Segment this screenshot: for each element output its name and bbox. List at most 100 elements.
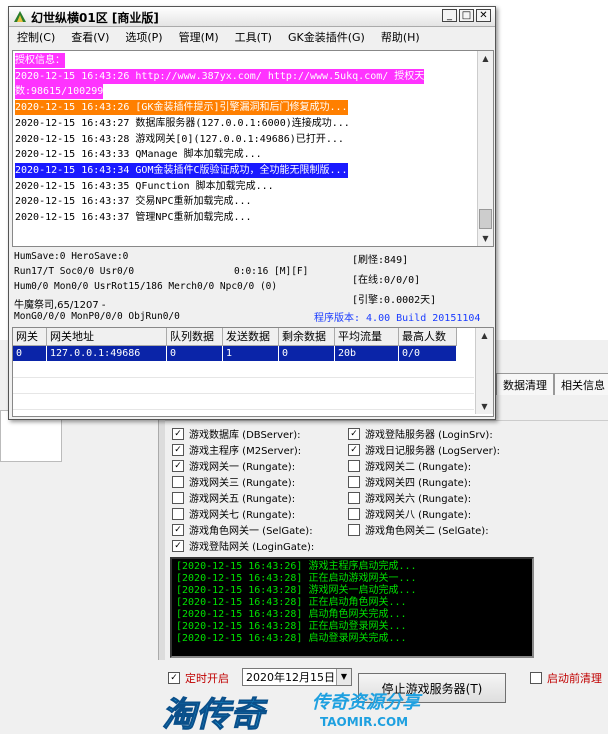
server-option: 游戏网关八 (Rungate): [348, 506, 471, 521]
server-option: ✓ 游戏登陆网关 (LoginGate): [172, 538, 314, 553]
server-option: 游戏网关三 (Rungate): [172, 474, 295, 489]
log-line: 2020-12-15 16:43:27 数据库服务器(127.0.0.1:600… [15, 117, 350, 129]
stat-engine: [引擎:0.0002天] [352, 295, 437, 306]
table-cell: 127.0.0.1:49686 [47, 346, 167, 361]
column-header[interactable]: 最高人数 [399, 328, 457, 345]
date-picker[interactable]: 2020年12月15日 ▼ [242, 668, 352, 686]
close-button[interactable]: ✕ [476, 9, 491, 22]
timer-row: ✓ 定时开启 [168, 670, 229, 686]
column-header[interactable]: 剩余数据 [279, 328, 335, 345]
server-option-label: 游戏网关五 (Rungate): [189, 494, 296, 505]
date-value: 2020年12月15日 [246, 671, 335, 684]
menu-tools[interactable]: 工具(T) [227, 29, 280, 45]
title-bar[interactable]: 幻世纵横01区 [商业版] _ □ ✕ [9, 7, 495, 27]
menu-control[interactable]: 控制(C) [9, 29, 63, 45]
gateway-scrollbar[interactable]: ▲ ▼ [475, 328, 493, 414]
version-label: 程序版本: 4.00 Build 20151104 [314, 313, 481, 324]
minimize-button[interactable]: _ [442, 9, 457, 22]
server-checkbox[interactable] [348, 491, 360, 504]
server-option: ✓ 游戏主程序 (M2Server): [172, 442, 301, 457]
server-option: 游戏网关五 (Rungate): [172, 490, 295, 505]
menu-manage[interactable]: 管理(M) [171, 29, 227, 45]
server-checkbox[interactable] [348, 475, 360, 488]
server-option-label: 游戏登陆服务器 (LoginSrv): [365, 430, 493, 441]
launcher-splitter[interactable] [158, 400, 165, 660]
server-checkbox[interactable] [348, 507, 360, 520]
server-option-label: 游戏网关七 (Rungate): [189, 510, 296, 521]
server-checkbox[interactable]: ✓ [172, 523, 184, 536]
column-header[interactable]: 发送数据 [223, 328, 279, 345]
log-line: 2020-12-15 16:43:26 http://www.387yx.com… [15, 68, 425, 84]
menu-gk-plugin[interactable]: GK金装插件(G) [280, 29, 373, 45]
table-cell: 20b [335, 346, 399, 361]
column-header[interactable]: 网关 [13, 328, 47, 345]
scroll-thumb[interactable] [479, 209, 492, 229]
tab-related-info[interactable]: 相关信息 [554, 373, 608, 395]
log-line: 2020-12-15 16:43:34 GOM金装插件C版验证成功，全功能无限制… [15, 162, 348, 178]
server-option-label: 游戏网关一 (Rungate): [189, 462, 296, 473]
server-checkbox[interactable] [172, 491, 184, 504]
server-checkbox[interactable]: ✓ [172, 539, 184, 552]
server-checkbox[interactable] [348, 459, 360, 472]
window-title: 幻世纵横01区 [商业版] [31, 11, 159, 25]
game-server-window: 幻世纵横01区 [商业版] _ □ ✕ 控制(C) 查看(V) 选项(P) 管理… [8, 6, 496, 420]
server-option-label: 游戏登陆网关 (LoginGate): [189, 542, 315, 553]
server-option-label: 游戏网关三 (Rungate): [189, 478, 296, 489]
launcher-log-line: [2020-12-15 16:43:28] 正在启动游戏网关一... [176, 573, 417, 584]
menu-options[interactable]: 选项(P) [117, 29, 170, 45]
tab-data-clean[interactable]: 数据清理 [496, 373, 554, 395]
launcher-log-line: [2020-12-15 16:43:28] 启动角色网关完成... [176, 609, 407, 620]
column-header[interactable]: 网关地址 [47, 328, 167, 345]
server-option-label: 游戏网关六 (Rungate): [365, 494, 472, 505]
scroll-up-icon[interactable]: ▲ [476, 328, 493, 343]
scroll-down-icon[interactable]: ▼ [478, 231, 493, 246]
log-line: 2020-12-15 16:43:26 [GK金装插件提示]引擎漏洞和后门修复成… [15, 100, 348, 116]
app-icon [14, 11, 26, 22]
server-option: ✓ 游戏数据库 (DBServer): [172, 426, 301, 441]
server-option-label: 游戏网关八 (Rungate): [365, 510, 472, 521]
maximize-button[interactable]: □ [459, 9, 474, 22]
menu-view[interactable]: 查看(V) [63, 29, 117, 45]
server-option: ✓ 游戏角色网关一 (SelGate): [172, 522, 313, 537]
server-checkbox[interactable]: ✓ [172, 459, 184, 472]
server-option: 游戏网关二 (Rungate): [348, 458, 471, 473]
watermark-main: 淘传奇 [162, 695, 268, 734]
log-scrollbar[interactable]: ▲ ▼ [477, 51, 493, 246]
table-cell: 0 [167, 346, 223, 361]
server-option: 游戏网关七 (Rungate): [172, 506, 295, 521]
server-option-label: 游戏角色网关二 (SelGate): [365, 526, 489, 537]
log-line: 2020-12-15 16:43:28 游戏网关[0](127.0.0.1:49… [15, 133, 344, 145]
stat-refresh: [刷怪:849] [352, 255, 409, 266]
log-line: 授权信息： [15, 53, 65, 68]
server-checkbox[interactable] [348, 523, 360, 536]
menu-bar: 控制(C) 查看(V) 选项(P) 管理(M) 工具(T) GK金装插件(G) … [9, 27, 495, 47]
server-checkbox[interactable]: ✓ [348, 443, 360, 456]
server-checkbox[interactable]: ✓ [348, 427, 360, 440]
server-option: ✓ 游戏日记服务器 (LogServer): [348, 442, 500, 457]
server-checkbox[interactable] [172, 507, 184, 520]
log-line: 2020-12-15 16:43:37 管理NPC重新加载完成... [15, 212, 252, 223]
launcher-log-line: [2020-12-15 16:43:28] 游戏网关一启动完成... [176, 585, 417, 596]
server-log[interactable]: 授权信息： 2020-12-15 16:43:26 http://www.387y… [12, 50, 494, 247]
column-header[interactable]: 平均流量 [335, 328, 399, 345]
pre-clean-checkbox[interactable] [530, 672, 542, 684]
menu-help[interactable]: 帮助(H) [373, 29, 428, 45]
launcher-log-line: [2020-12-15 16:43:28] 正在启动登录网关... [176, 621, 407, 632]
pre-clean-label: 启动前清理 [547, 672, 602, 685]
launcher-log-line: [2020-12-15 16:43:28] 启动登录网关完成... [176, 633, 407, 644]
table-row[interactable]: 0 127.0.0.1:49686 0 1 0 20b 0/0 [13, 346, 457, 361]
column-header[interactable]: 队列数据 [167, 328, 223, 345]
server-option: 游戏网关六 (Rungate): [348, 490, 471, 505]
server-checkbox[interactable]: ✓ [172, 443, 184, 456]
log-line: 2020-12-15 16:43:33 QManage 脚本加载完成... [15, 149, 262, 161]
timer-checkbox[interactable]: ✓ [168, 672, 180, 684]
scroll-down-icon[interactable]: ▼ [476, 399, 493, 414]
gateway-table: 网关 网关地址 队列数据 发送数据 剩余数据 平均流量 最高人数 0 127.0.0.1:49… [12, 327, 494, 417]
launcher-log-line: [2020-12-15 16:43:26] 游戏主程序启动完成... [176, 561, 417, 572]
scroll-up-icon[interactable]: ▲ [478, 51, 493, 66]
chevron-down-icon[interactable]: ▼ [336, 669, 351, 685]
server-checkbox[interactable] [172, 475, 184, 488]
pre-clean-option: 启动前清理 [530, 670, 602, 686]
stat-mong: MonG0/0/0 MonP0/0/0 ObjRun0/0 [14, 311, 180, 322]
server-checkbox[interactable]: ✓ [172, 427, 184, 440]
